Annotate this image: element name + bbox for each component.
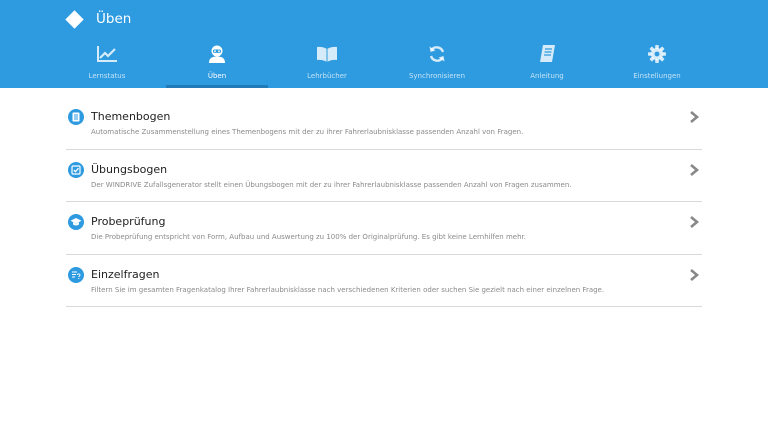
practice-options-list: Themenbogen Automatische Zusammenstellun… <box>66 97 702 307</box>
open-book-icon <box>272 44 382 64</box>
tab-synchronisieren[interactable]: Synchronisieren <box>382 38 492 88</box>
list-item-uebungsbogen[interactable]: Übungsbogen Der WINDRIVE Zufallsgenerato… <box>66 150 702 202</box>
item-description: Automatische Zusammenstellung eines Them… <box>91 128 524 136</box>
chevron-right-icon <box>690 163 700 176</box>
top-app-bar: Üben Lernstatus Üben Lehrbücher Synchron… <box>0 0 768 88</box>
checkbox-icon <box>68 161 84 178</box>
chevron-right-icon <box>690 216 700 228</box>
tab-label: Anleitung <box>530 72 564 80</box>
item-description: Filtern Sie im gesamten Fragenkatalog Ih… <box>91 285 605 294</box>
graduation-cap-icon <box>68 214 84 230</box>
tab-label: Einstellungen <box>633 72 681 80</box>
sync-icon <box>382 44 492 64</box>
chevron-right-icon <box>690 111 700 123</box>
diamond-logo-icon <box>65 9 84 29</box>
tab-lehrbuecher[interactable]: Lehrbücher <box>272 38 382 88</box>
app-header: Üben <box>65 9 132 29</box>
chart-line-icon <box>52 44 162 64</box>
item-title: Probeprüfung <box>91 215 166 228</box>
document-list-icon <box>68 109 84 125</box>
item-description: Die Probeprüfung entspricht von Form, Au… <box>91 233 526 241</box>
tab-label: Lehrbücher <box>307 72 347 80</box>
main-tab-bar: Lernstatus Üben Lehrbücher Synchronisier… <box>52 38 712 88</box>
chevron-right-icon <box>690 268 700 281</box>
learner-user-icon <box>162 44 272 64</box>
item-description: Der WINDRIVE Zufallsgenerator stellt ein… <box>91 180 572 189</box>
tab-lernstatus[interactable]: Lernstatus <box>52 38 162 88</box>
manual-book-icon <box>492 44 602 64</box>
item-title: Übungsbogen <box>91 162 168 176</box>
gear-icon <box>602 44 712 64</box>
item-title: Einzelfragen <box>91 267 160 281</box>
page-title: Üben <box>96 11 132 27</box>
tab-einstellungen[interactable]: Einstellungen <box>602 38 712 88</box>
list-item-themenbogen[interactable]: Themenbogen Automatische Zusammenstellun… <box>66 97 702 150</box>
list-item-probepruefung[interactable]: Probeprüfung Die Probeprüfung entspricht… <box>66 202 702 255</box>
question-list-icon <box>68 266 84 283</box>
tab-label: Üben <box>207 72 227 80</box>
tab-label: Synchronisieren <box>408 72 466 80</box>
tab-anleitung[interactable]: Anleitung <box>492 38 602 88</box>
tab-ueben[interactable]: Üben <box>162 38 272 88</box>
list-item-einzelfragen[interactable]: Einzelfragen Filtern Sie im gesamten Fra… <box>66 255 702 307</box>
item-title: Themenbogen <box>91 110 171 123</box>
tab-label: Lernstatus <box>88 72 126 80</box>
